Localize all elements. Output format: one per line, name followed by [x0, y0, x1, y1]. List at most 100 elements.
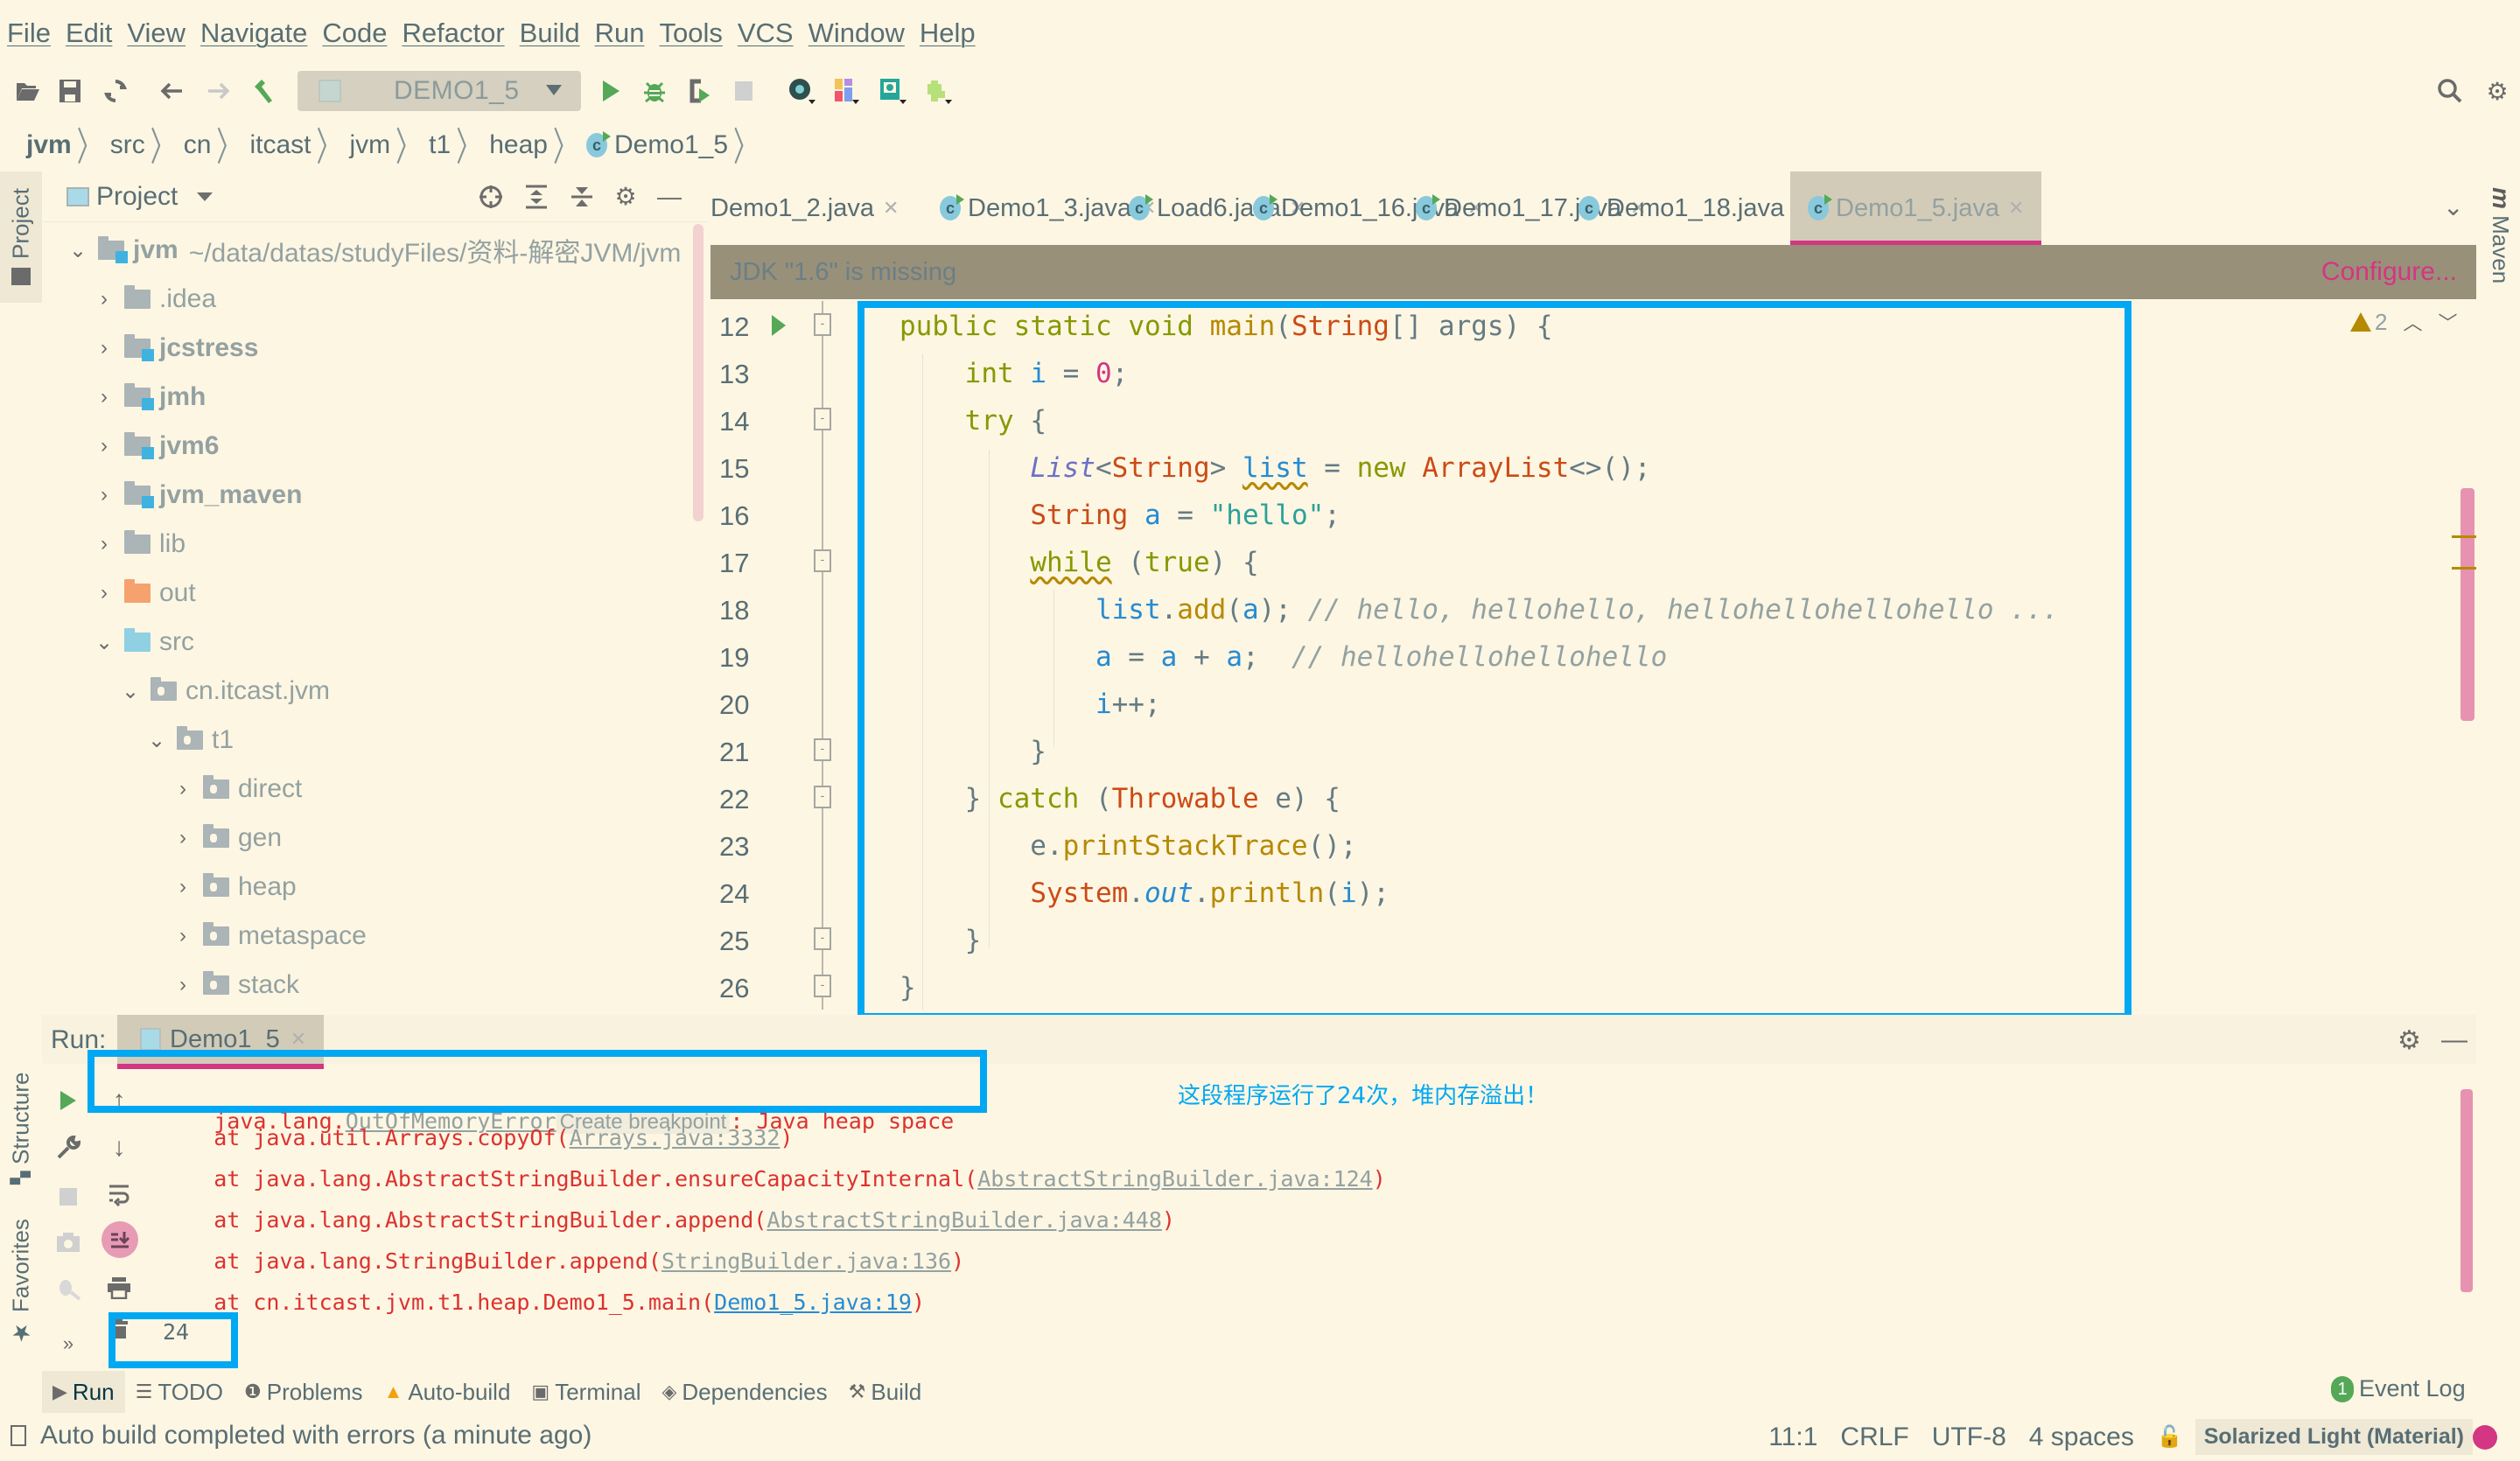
save-icon[interactable] — [54, 75, 86, 107]
run-configuration-selector[interactable]: DEMO1_5 — [298, 71, 581, 111]
back-icon[interactable] — [156, 75, 187, 107]
profiler-icon[interactable] — [786, 75, 817, 107]
tool-tab-problems[interactable]: ❶ Problems — [234, 1371, 374, 1413]
chevron-right-icon[interactable]: › — [173, 924, 192, 948]
breadcrumb-item[interactable]: itcast — [249, 130, 311, 160]
settings-gear-icon[interactable]: ⚙ — [612, 184, 639, 210]
line-number[interactable]: 25 — [719, 926, 763, 957]
editor-tab[interactable]: c Demo1_5.java ✕ — [1790, 171, 2042, 245]
tree-item[interactable]: ⌄ t1 — [147, 716, 234, 765]
chevron-right-icon[interactable]: › — [94, 532, 114, 556]
theme-indicator[interactable]: Solarized Light (Material) — [2194, 1419, 2473, 1455]
tool-tab-todo[interactable]: ☰ TODO — [125, 1371, 234, 1413]
tree-item[interactable]: › lib — [94, 520, 186, 569]
event-log-button[interactable]: 1 Event Log — [2331, 1375, 2466, 1402]
line-number[interactable]: 13 — [719, 359, 763, 390]
line-number[interactable]: 14 — [719, 406, 763, 437]
tree-item[interactable]: › jvm_maven — [94, 471, 302, 520]
line-number[interactable]: 16 — [719, 500, 763, 532]
fold-marker-icon[interactable]: - — [814, 549, 831, 572]
debug-settings-icon[interactable] — [51, 1270, 86, 1305]
favorites-tool-tab[interactable]: ★ Favorites — [0, 1220, 42, 1346]
fold-marker-icon[interactable]: - — [814, 786, 831, 808]
tree-item[interactable]: › stack — [173, 961, 299, 1010]
locate-file-icon[interactable] — [478, 184, 504, 210]
menu-file[interactable]: File — [7, 17, 51, 49]
run-with-coverage-icon[interactable] — [682, 75, 714, 107]
editor-scrollbar[interactable] — [2460, 488, 2474, 721]
menu-edit[interactable]: Edit — [66, 17, 112, 49]
tree-item[interactable]: › jmh — [94, 373, 206, 422]
chevron-down-icon[interactable]: ⌄ — [68, 238, 88, 263]
tree-item[interactable]: › jcstress — [94, 324, 258, 373]
warning-marker[interactable] — [2452, 535, 2476, 538]
minimize-icon[interactable]: — — [2441, 1025, 2468, 1055]
chevron-down-icon[interactable] — [197, 192, 214, 201]
maven-tool-tab[interactable]: m Maven — [2487, 187, 2515, 283]
breadcrumb-item[interactable]: heap — [489, 130, 548, 160]
line-separator[interactable]: CRLF — [1840, 1423, 1908, 1452]
tool-tab-auto-build[interactable]: ▲ Auto-build — [374, 1371, 522, 1413]
chevron-right-icon[interactable]: › — [94, 336, 114, 360]
editor-tab[interactable]: Demo1_2.java ✕ — [710, 171, 899, 245]
menu-navigate[interactable]: Navigate — [200, 17, 307, 49]
tool-tab-terminal[interactable]: ▣ Terminal — [521, 1371, 651, 1413]
tree-item[interactable]: ⌄ jvm ~/data/datas/studyFiles/资料-解密JVM/jvm — [68, 226, 681, 275]
project-tool-tab[interactable]: Project — [0, 171, 42, 303]
forward-icon[interactable] — [203, 75, 234, 107]
stop-icon[interactable] — [51, 1179, 86, 1214]
line-number[interactable]: 23 — [719, 831, 763, 863]
tree-item[interactable]: › .idea — [94, 275, 216, 324]
scroll-to-end-icon[interactable] — [102, 1221, 138, 1258]
chevron-right-icon[interactable]: › — [94, 287, 114, 311]
chevron-right-icon[interactable]: › — [94, 483, 114, 507]
jrebel-icon[interactable] — [877, 75, 908, 107]
source-link[interactable]: AbstractStringBuilder.java:124 — [977, 1166, 1373, 1192]
tree-item[interactable]: › direct — [173, 765, 302, 814]
fold-marker-icon[interactable]: - — [814, 313, 831, 336]
menu-view[interactable]: View — [127, 17, 186, 49]
fold-marker-icon[interactable]: - — [814, 408, 831, 430]
settings-gear-icon[interactable]: ⚙ — [2398, 1025, 2421, 1056]
layout-icon[interactable] — [831, 75, 863, 107]
fold-marker-icon[interactable]: - — [814, 927, 831, 950]
chevron-down-icon[interactable]: ⌄ — [121, 679, 140, 704]
line-number[interactable]: 17 — [719, 548, 763, 579]
build-hammer-icon[interactable] — [248, 75, 280, 107]
chevron-down-icon[interactable]: ⌄ — [94, 630, 114, 655]
run-gutter-icon[interactable] — [772, 315, 786, 336]
source-link[interactable]: Arrays.java:3332 — [570, 1125, 780, 1150]
tree-item[interactable]: › out — [94, 569, 196, 618]
line-number[interactable]: 18 — [719, 595, 763, 626]
run-icon[interactable] — [595, 75, 626, 107]
collapse-all-icon[interactable] — [569, 184, 595, 210]
source-link[interactable]: AbstractStringBuilder.java:448 — [766, 1207, 1162, 1233]
chevron-right-icon[interactable]: › — [94, 581, 114, 605]
chevron-right-icon[interactable]: › — [173, 973, 192, 997]
configure-link[interactable]: Configure... — [2321, 257, 2457, 287]
sync-icon[interactable] — [100, 75, 131, 107]
wrench-icon[interactable] — [51, 1130, 86, 1165]
chevron-right-icon[interactable]: › — [173, 777, 192, 801]
project-view-selector[interactable]: Project — [96, 182, 178, 212]
more-icon[interactable]: » — [51, 1326, 86, 1361]
editor-tab[interactable]: cDemo1_3.java✕ — [940, 171, 1156, 245]
file-encoding[interactable]: UTF-8 — [1932, 1423, 2006, 1452]
menu-vcs[interactable]: VCS — [738, 17, 794, 49]
indent-setting[interactable]: 4 spaces — [2029, 1423, 2134, 1452]
line-number[interactable]: 19 — [719, 642, 763, 674]
warning-marker[interactable] — [2452, 567, 2476, 570]
previous-highlight-icon[interactable]: ︿ — [2403, 308, 2422, 336]
menu-help[interactable]: Help — [920, 17, 976, 49]
tree-item[interactable]: ⌄ cn.itcast.jvm — [121, 667, 330, 716]
fold-marker-icon[interactable]: - — [814, 975, 831, 997]
unlock-icon[interactable]: 🔓 — [2157, 1424, 2183, 1450]
menu-code[interactable]: Code — [322, 17, 387, 49]
chevron-right-icon[interactable]: › — [173, 826, 192, 850]
source-link[interactable]: StringBuilder.java:136 — [662, 1248, 951, 1274]
tree-item[interactable]: › heap — [173, 863, 297, 912]
soft-wrap-icon[interactable] — [102, 1178, 136, 1213]
close-icon[interactable]: ✕ — [2008, 197, 2024, 220]
tool-tab-build[interactable]: ⚒ Build — [838, 1371, 933, 1413]
next-highlight-icon[interactable]: ﹀ — [2438, 308, 2457, 336]
